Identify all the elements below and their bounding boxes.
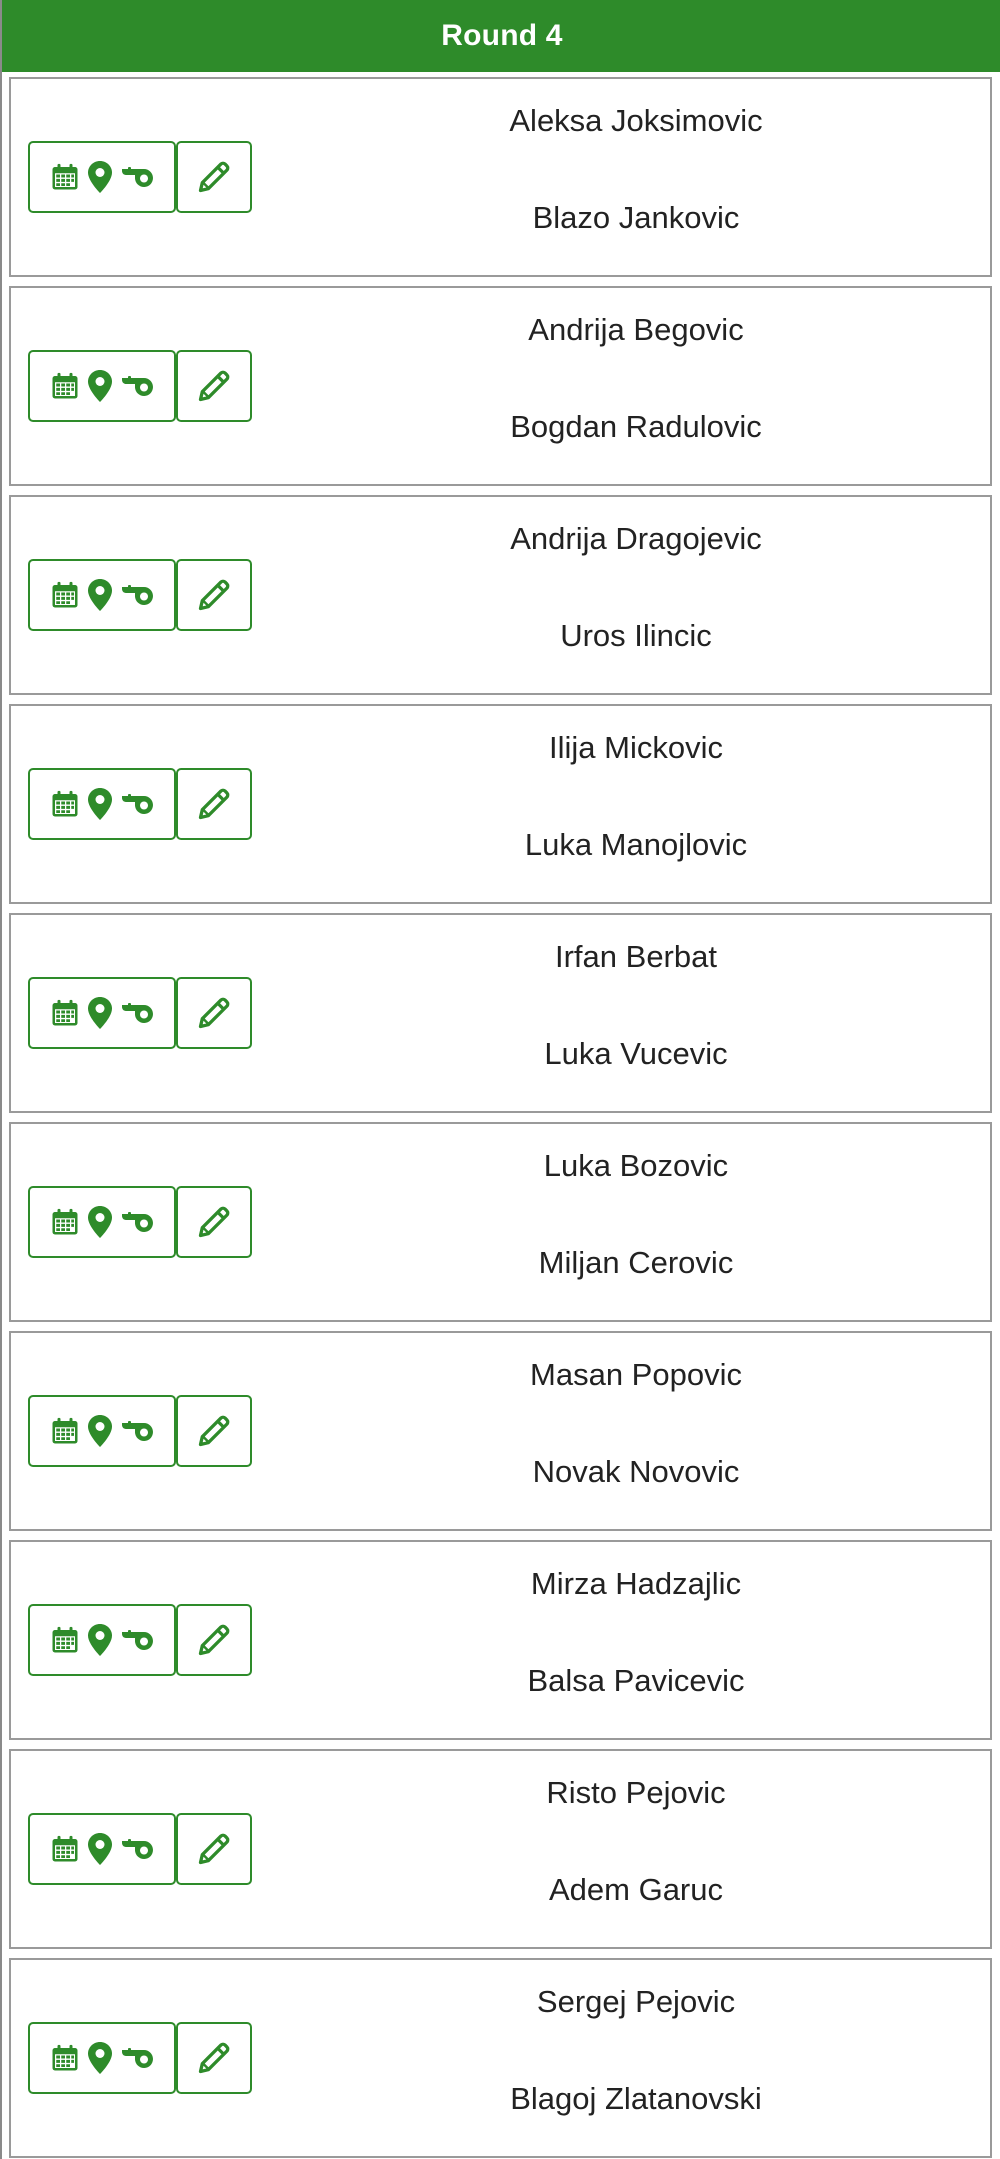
map-marker-icon <box>88 579 112 611</box>
home-player-name: Andrija Dragojevic <box>510 521 762 556</box>
match-card: Irfan Berbat Luka Vucevic <box>9 913 992 1113</box>
edit-match-button[interactable] <box>176 977 252 1049</box>
calendar-icon <box>50 580 80 610</box>
match-details-button[interactable] <box>28 2022 176 2094</box>
map-marker-icon <box>88 997 112 1029</box>
match-card: Ilija Mickovic Luka Manojlovic <box>9 704 992 904</box>
whistle-icon <box>120 1211 154 1233</box>
pencil-icon <box>196 577 232 613</box>
match-card: Aleksa Joksimovic Blazo Jankovic <box>9 77 992 277</box>
map-marker-icon <box>88 161 112 193</box>
calendar-icon <box>50 1625 80 1655</box>
pencil-icon <box>196 159 232 195</box>
pencil-icon <box>196 2040 232 2076</box>
away-player-name: Blagoj Zlatanovski <box>510 2081 762 2116</box>
edit-match-button[interactable] <box>176 559 252 631</box>
whistle-icon <box>120 1420 154 1442</box>
map-marker-icon <box>88 1206 112 1238</box>
home-player-name: Aleksa Joksimovic <box>509 103 763 138</box>
calendar-icon <box>50 1416 80 1446</box>
edit-match-button[interactable] <box>176 1395 252 1467</box>
match-details-button[interactable] <box>28 1186 176 1258</box>
match-details-button[interactable] <box>28 1813 176 1885</box>
match-card: Sergej Pejovic Blagoj Zlatanovski <box>9 1958 992 2158</box>
pencil-icon <box>196 368 232 404</box>
home-player-name: Luka Bozovic <box>543 1148 729 1183</box>
map-marker-icon <box>88 1415 112 1447</box>
match-details-button[interactable] <box>28 977 176 1049</box>
away-player-name: Miljan Cerovic <box>538 1245 734 1280</box>
match-details-button[interactable] <box>28 350 176 422</box>
away-player-name: Balsa Pavicevic <box>527 1663 745 1698</box>
whistle-icon <box>120 1002 154 1024</box>
match-details-button[interactable] <box>28 1604 176 1676</box>
home-player-name: Sergej Pejovic <box>536 1984 736 2019</box>
whistle-icon <box>120 2047 154 2069</box>
pencil-icon <box>196 786 232 822</box>
edit-match-button[interactable] <box>176 1813 252 1885</box>
away-player-name: Bogdan Radulovic <box>510 409 762 444</box>
home-player-name: Andrija Begovic <box>528 312 744 347</box>
away-player-name: Luka Manojlovic <box>524 827 748 862</box>
away-player-name: Uros Ilincic <box>560 618 712 653</box>
whistle-icon <box>120 1629 154 1651</box>
home-player-name: Mirza Hadzajlic <box>530 1566 742 1601</box>
edit-match-button[interactable] <box>176 1604 252 1676</box>
pencil-icon <box>196 1831 232 1867</box>
whistle-icon <box>120 375 154 397</box>
map-marker-icon <box>88 2042 112 2074</box>
match-details-button[interactable] <box>28 559 176 631</box>
calendar-icon <box>50 2043 80 2073</box>
calendar-icon <box>50 1207 80 1237</box>
whistle-icon <box>120 793 154 815</box>
pencil-icon <box>196 1204 232 1240</box>
edit-match-button[interactable] <box>176 2022 252 2094</box>
whistle-icon <box>120 166 154 188</box>
whistle-icon <box>120 1838 154 1860</box>
pencil-icon <box>196 1413 232 1449</box>
match-details-button[interactable] <box>28 768 176 840</box>
home-player-name: Risto Pejovic <box>546 1775 726 1810</box>
calendar-icon <box>50 371 80 401</box>
pencil-icon <box>196 995 232 1031</box>
edit-match-button[interactable] <box>176 1186 252 1258</box>
edit-match-button[interactable] <box>176 141 252 213</box>
calendar-icon <box>50 1834 80 1864</box>
away-player-name: Novak Novovic <box>532 1454 740 1489</box>
edit-match-button[interactable] <box>176 350 252 422</box>
match-card: Andrija Dragojevic Uros Ilincic <box>9 495 992 695</box>
map-marker-icon <box>88 370 112 402</box>
away-player-name: Blazo Jankovic <box>532 200 740 235</box>
match-details-button[interactable] <box>28 1395 176 1467</box>
match-details-button[interactable] <box>28 141 176 213</box>
calendar-icon <box>50 162 80 192</box>
home-player-name: Ilija Mickovic <box>549 730 723 765</box>
match-card: Risto Pejovic Adem Garuc <box>9 1749 992 1949</box>
calendar-icon <box>50 789 80 819</box>
map-marker-icon <box>88 788 112 820</box>
pencil-icon <box>196 1622 232 1658</box>
home-player-name: Irfan Berbat <box>555 939 717 974</box>
edit-match-button[interactable] <box>176 768 252 840</box>
calendar-icon <box>50 998 80 1028</box>
match-card: Mirza Hadzajlic Balsa Pavicevic <box>9 1540 992 1740</box>
home-player-name: Masan Popovic <box>530 1357 742 1392</box>
round-panel: Round 4 Aleksa Joksimovic Blazo Jankovic… <box>0 0 1000 2159</box>
match-card: Masan Popovic Novak Novovic <box>9 1331 992 1531</box>
away-player-name: Luka Vucevic <box>544 1036 728 1071</box>
match-list: Aleksa Joksimovic Blazo Jankovic Andrija… <box>2 0 1000 2159</box>
map-marker-icon <box>88 1624 112 1656</box>
match-card: Andrija Begovic Bogdan Radulovic <box>9 286 992 486</box>
whistle-icon <box>120 584 154 606</box>
map-marker-icon <box>88 1833 112 1865</box>
away-player-name: Adem Garuc <box>548 1872 723 1907</box>
match-card: Luka Bozovic Miljan Cerovic <box>9 1122 992 1322</box>
